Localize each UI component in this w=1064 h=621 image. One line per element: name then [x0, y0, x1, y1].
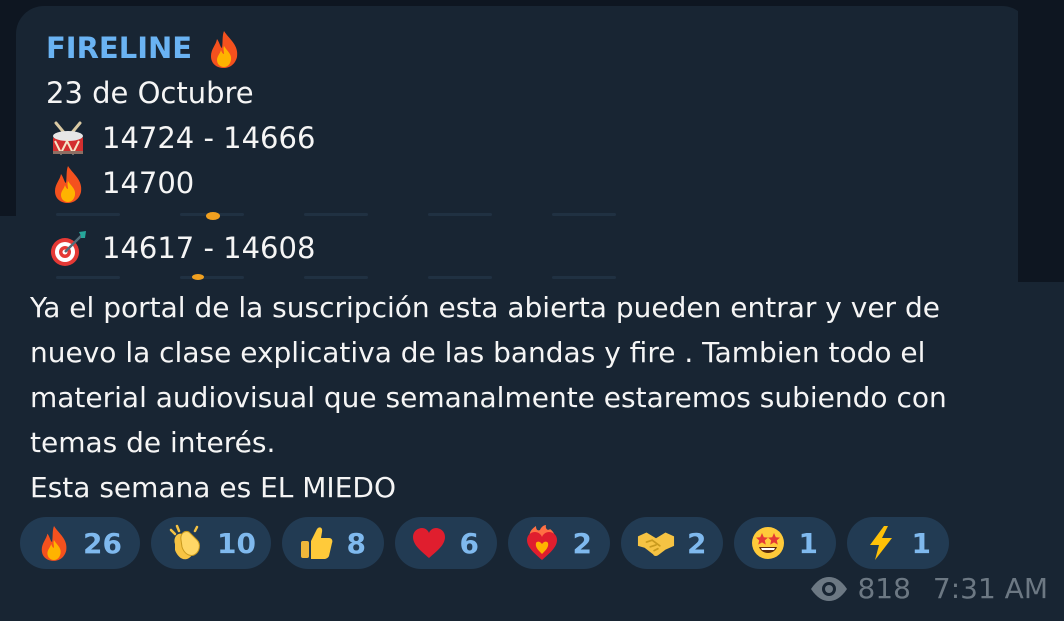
reaction-count: 10 [217, 526, 256, 560]
message-body-line: temas de interés. [30, 426, 276, 459]
reaction-thumbs-up[interactable]: 8 [282, 517, 384, 569]
fire-icon [36, 524, 71, 562]
reaction-star-struck[interactable]: 1 [734, 517, 836, 569]
reaction-lightning[interactable]: 1 [847, 517, 949, 569]
separator-artifact-2 [56, 276, 616, 280]
handshake-icon [637, 524, 675, 562]
message-line-3-text: 14617 - 14608 [102, 231, 316, 265]
reaction-fire[interactable]: 26 [20, 517, 140, 569]
message-line-1-text: 14724 - 14666 [102, 121, 316, 155]
message-line-2-text: 14700 [102, 166, 195, 200]
eye-icon [809, 576, 849, 602]
reaction-handshake[interactable]: 2 [621, 517, 723, 569]
heart-on-fire-icon [524, 524, 561, 562]
message-line-1: 14724 - 14666 [46, 116, 315, 161]
message-body-line: nuevo la clase explicativa de las bandas… [30, 336, 926, 369]
fire-glow-artifact-2 [192, 274, 204, 280]
reaction-count: 2 [687, 526, 707, 560]
message-time: 7:31 AM [932, 572, 1048, 605]
message-line-3: 14617 - 14608 [46, 226, 315, 271]
view-count: 818 [857, 572, 911, 605]
message-body-line: Esta semana es EL MIEDO [30, 471, 396, 504]
bubble-notch [1018, 0, 1064, 282]
reaction-count: 1 [911, 526, 931, 560]
message-date: 23 de Octubre [46, 76, 254, 110]
reaction-clap[interactable]: 10 [151, 517, 271, 569]
reaction-count: 8 [346, 526, 366, 560]
reaction-heart-on-fire[interactable]: 2 [508, 517, 610, 569]
reaction-count: 2 [572, 526, 592, 560]
lightning-icon [863, 524, 900, 562]
thumbs-up-icon [298, 524, 335, 562]
message-body-line: material audiovisual que semanalmente es… [30, 381, 947, 414]
reactions-bar: 26 10 8 6 2 2 1 1 [20, 517, 949, 569]
target-icon [46, 229, 90, 269]
fire-icon [202, 29, 246, 69]
reaction-count: 6 [459, 526, 479, 560]
reaction-count: 26 [83, 526, 122, 560]
message-body: Ya el portal de la suscripción esta abie… [30, 285, 1040, 510]
clapping-hands-icon [167, 524, 205, 562]
message-title: FIRELINE [46, 31, 193, 65]
drum-icon [46, 119, 90, 159]
message-line-2: 14700 [46, 161, 315, 206]
message-header: FIRELINE 23 de Octubre 14724 - 14666 147… [46, 26, 315, 271]
reaction-heart[interactable]: 6 [395, 517, 497, 569]
red-heart-icon [411, 524, 448, 562]
message-meta: 818 7:31 AM [809, 572, 1048, 605]
message-body-line: Ya el portal de la suscripción esta abie… [30, 291, 940, 324]
message-title-line: FIRELINE [46, 26, 315, 71]
star-struck-icon [750, 524, 787, 562]
reaction-count: 1 [798, 526, 818, 560]
fire-icon [46, 164, 90, 204]
